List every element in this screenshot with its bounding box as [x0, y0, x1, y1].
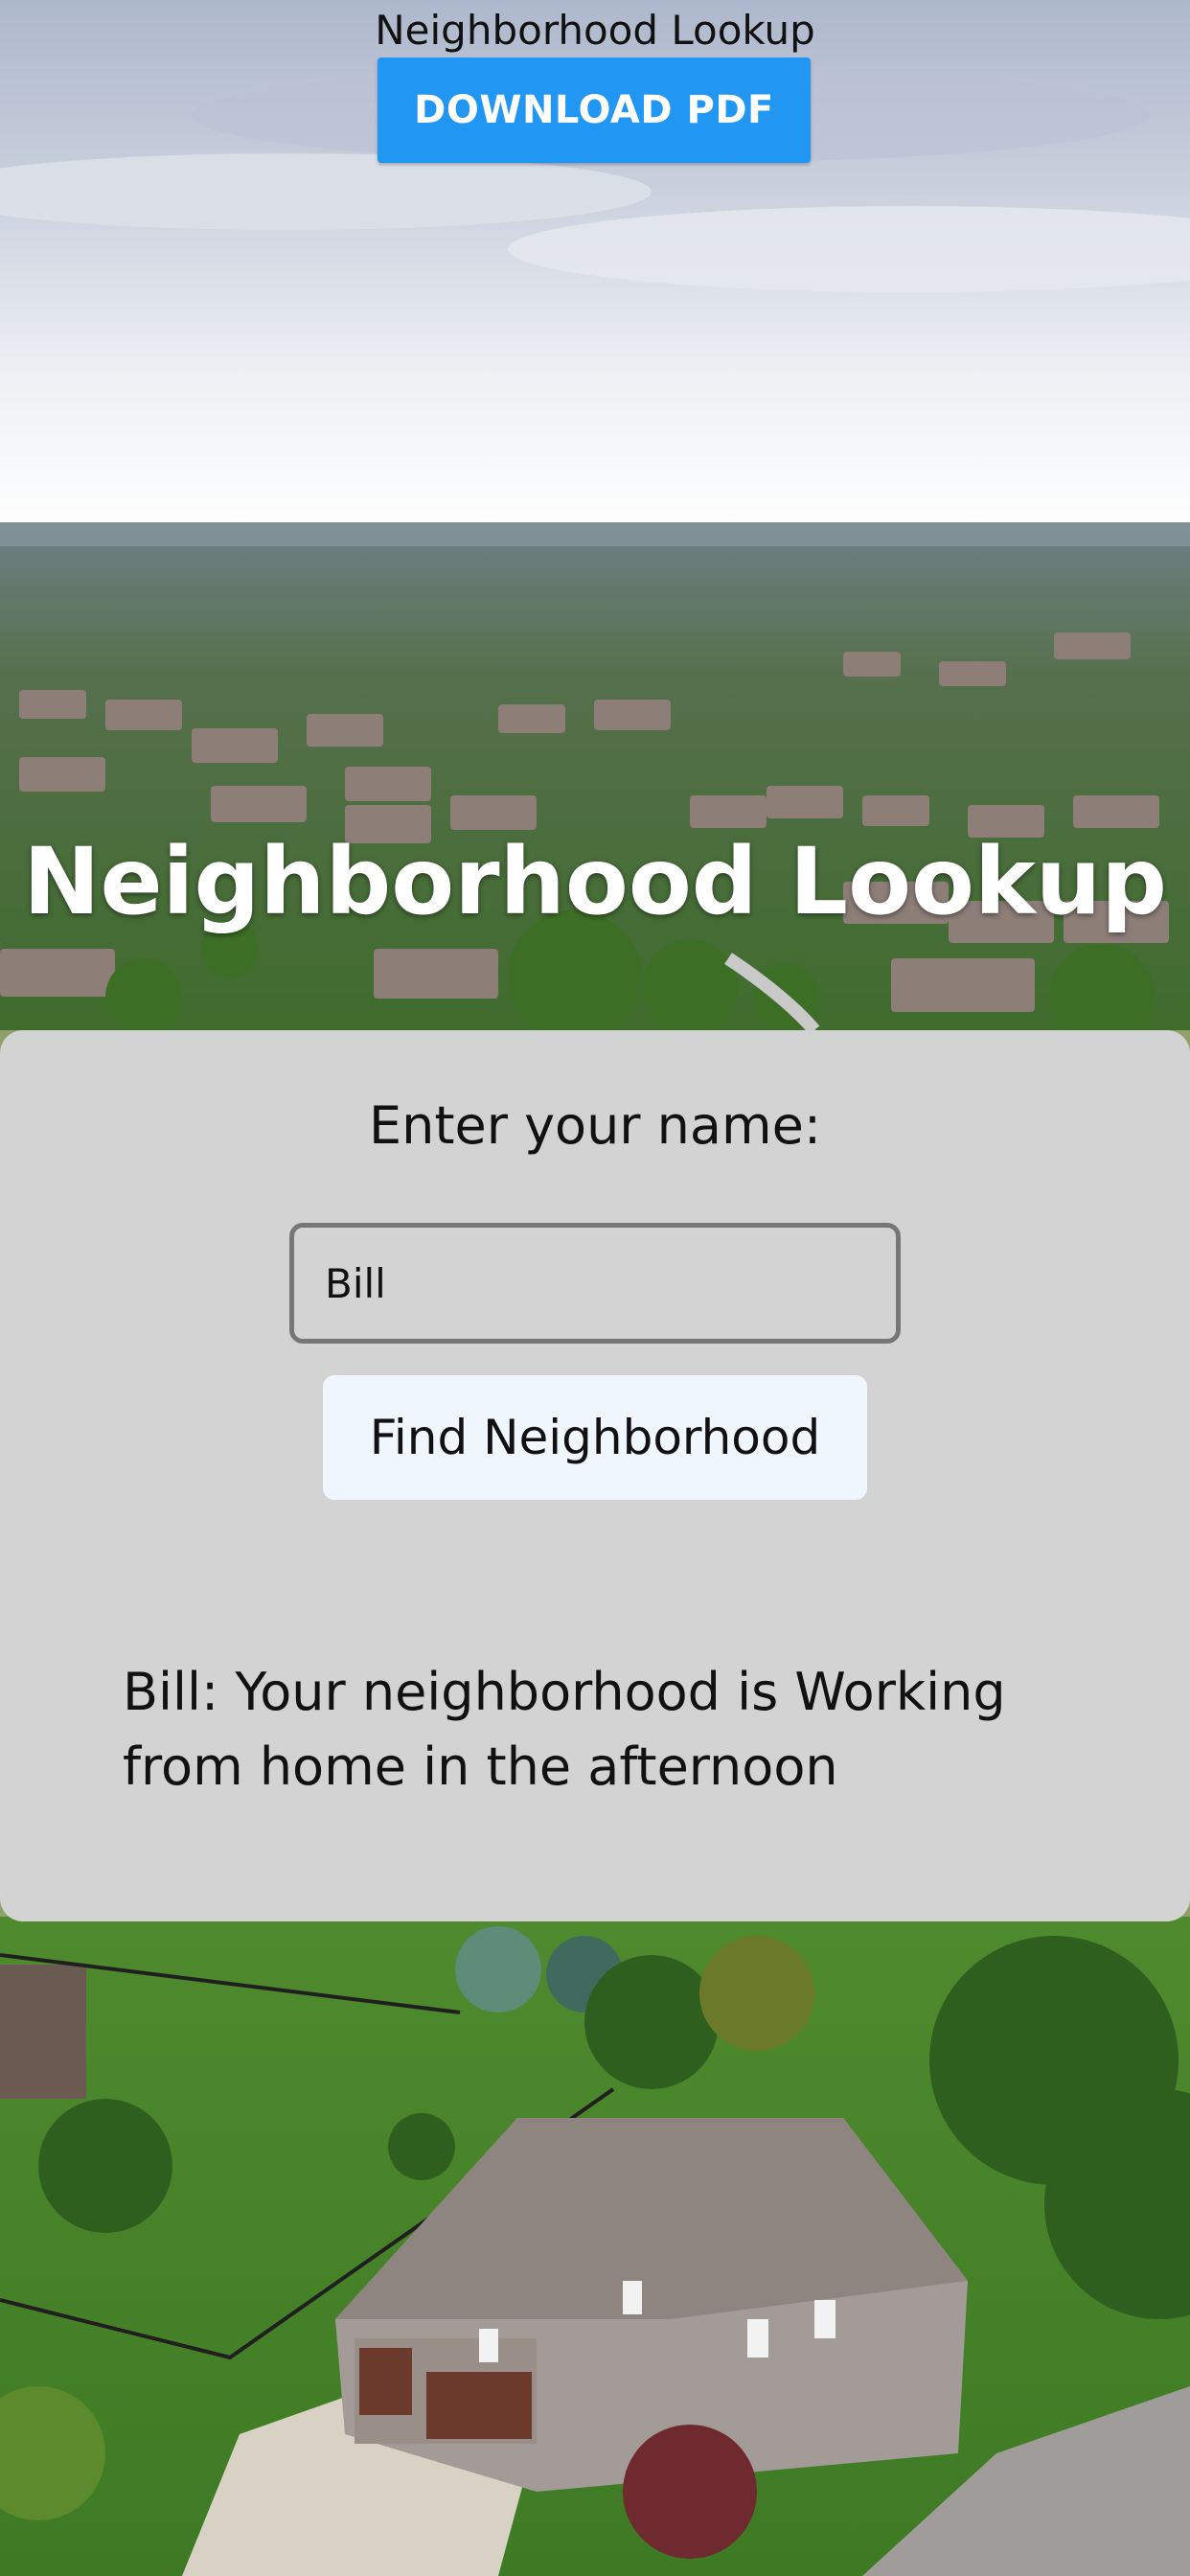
- name-input[interactable]: [289, 1223, 901, 1344]
- page-header-title: Neighborhood Lookup: [375, 7, 815, 54]
- result-text: Bill: Your neighborhood is Working from …: [123, 1662, 1006, 1797]
- find-neighborhood-button[interactable]: Find Neighborhood: [323, 1375, 867, 1500]
- download-pdf-button[interactable]: DOWNLOAD PDF: [378, 58, 811, 163]
- hero-title: Neighborhood Lookup: [23, 828, 1167, 935]
- name-label: Enter your name:: [368, 1095, 822, 1156]
